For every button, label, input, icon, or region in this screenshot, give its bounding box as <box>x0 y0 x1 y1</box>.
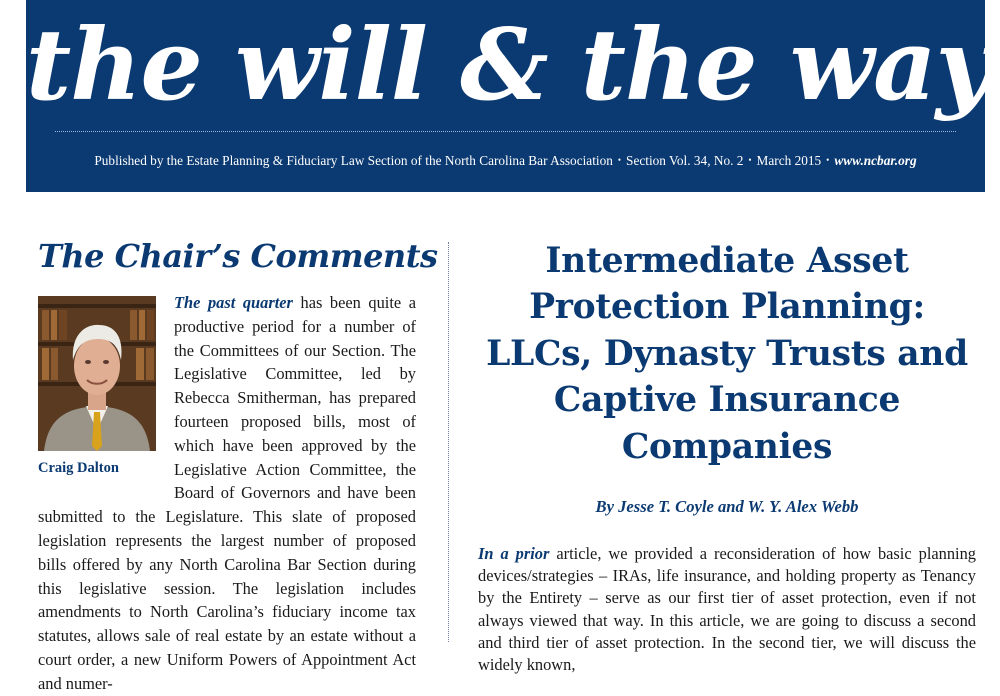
publisher-text: Published by the Estate Planning & Fiduc… <box>94 153 613 168</box>
photo-caption: Craig Dalton <box>38 460 119 476</box>
bullet-separator: • <box>617 155 622 165</box>
chair-portrait-photo <box>38 296 156 451</box>
article-body-text: article, we provided a reconsideration o… <box>478 544 976 675</box>
chair-comments-heading: The Chair’s Comments <box>38 237 438 275</box>
article-title: Intermediate Asset Protection Planning: … <box>486 241 968 467</box>
bullet-separator: • <box>826 155 830 165</box>
masthead-title: the will & the way <box>26 8 993 123</box>
article-lead-text: In a prior <box>478 544 550 564</box>
website-link[interactable]: www.ncbar.org <box>834 153 916 168</box>
article-body: In a prior article, we provided a recons… <box>478 543 976 676</box>
article-byline: By Jesse T. Coyle and W. Y. Alex Webb <box>595 497 859 517</box>
masthead-info: Published by the Estate Planning & Fiduc… <box>26 153 985 169</box>
masthead: the will & the way Published by the Esta… <box>26 0 993 192</box>
masthead-divider <box>55 131 956 132</box>
feature-article: Intermediate Asset Protection Planning: … <box>478 238 976 693</box>
chair-lead-text: The past quarter <box>174 293 293 312</box>
chair-photo-figure: Craig Dalton <box>38 296 158 477</box>
bullet-separator: • <box>748 155 752 165</box>
date-text: March 2015 <box>756 153 822 168</box>
chair-comments-column: The Chair’s Comments The past quarter ha… <box>38 236 438 693</box>
column-divider <box>448 242 449 642</box>
volume-text: Section Vol. 34, No. 2 <box>626 153 744 168</box>
